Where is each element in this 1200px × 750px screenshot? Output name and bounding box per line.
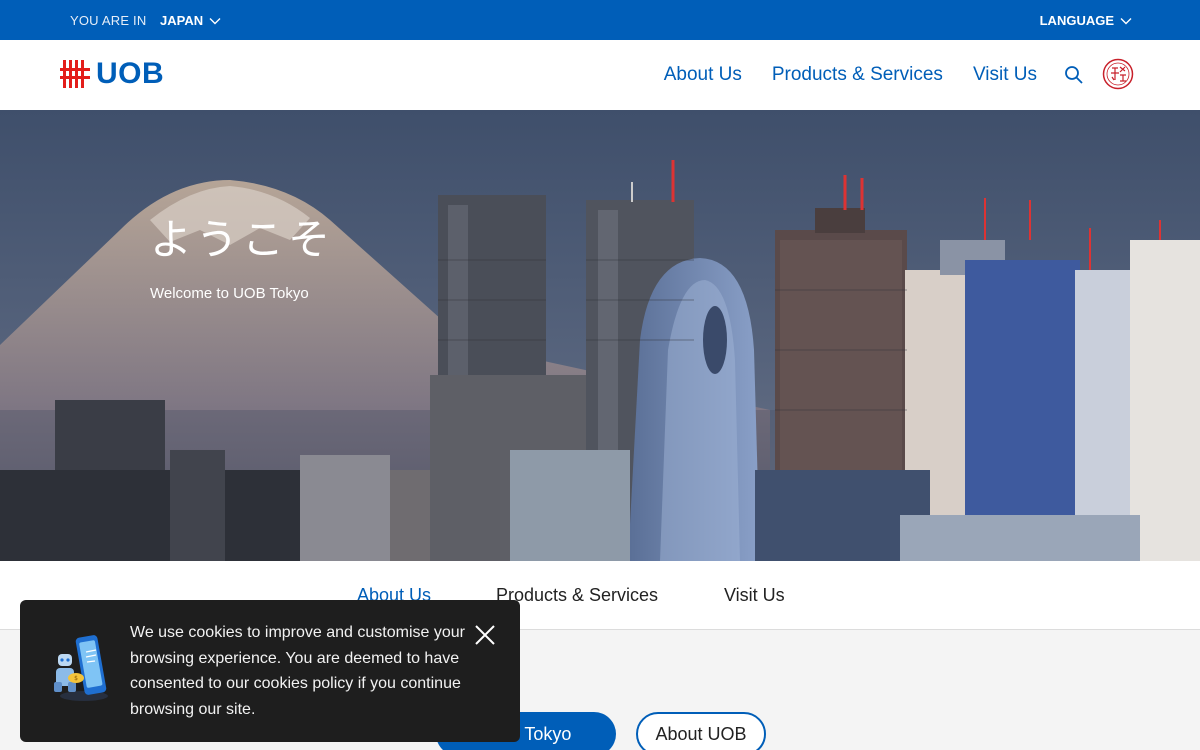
hero-subtitle: Welcome to UOB Tokyo xyxy=(150,285,309,302)
hero-title: ようこそ xyxy=(150,215,335,264)
language-selector[interactable]: LANGUAGE xyxy=(1040,13,1132,28)
chevron-down-icon xyxy=(1120,17,1132,24)
chevron-down-icon xyxy=(209,17,221,24)
nav-visit-us[interactable]: Visit Us xyxy=(973,64,1037,86)
hero-banner: ようこそ Welcome to UOB Tokyo xyxy=(0,110,1200,561)
subnav-visit-us[interactable]: Visit Us xyxy=(724,585,785,606)
about-uob-tab[interactable]: About UOB xyxy=(636,712,766,750)
language-label: LANGUAGE xyxy=(1039,13,1114,28)
cookie-message: We use cookies to improve and customise … xyxy=(130,624,465,718)
country-selector[interactable]: JAPAN xyxy=(160,13,221,28)
nav-products-services[interactable]: Products & Services xyxy=(772,64,943,86)
main-nav: About Us Products & Services Visit Us xyxy=(664,64,1037,86)
nav-about-us[interactable]: About Us xyxy=(664,64,742,86)
uob-logo-mark-icon xyxy=(60,60,90,88)
logo-wordmark: UOB xyxy=(96,57,165,90)
search-icon[interactable] xyxy=(1064,65,1084,85)
subnav-products-services[interactable]: Products & Services xyxy=(496,585,658,606)
tokyo-skyline-image xyxy=(0,110,1200,561)
location-label: YOU ARE IN xyxy=(70,13,147,28)
uob-logo[interactable]: UOB xyxy=(60,59,164,89)
close-icon[interactable] xyxy=(474,624,496,646)
phone-robot-illustration: $ xyxy=(54,635,108,701)
japan-seal-icon[interactable] xyxy=(1102,58,1134,90)
country-value: JAPAN xyxy=(160,13,204,28)
top-utility-bar: YOU ARE IN JAPAN LANGUAGE xyxy=(0,0,1200,40)
svg-text:$: $ xyxy=(74,675,78,682)
main-header: UOB About Us Products & Services Visit U… xyxy=(0,40,1200,110)
cookie-banner: $ We use cookies to improve and customis… xyxy=(20,600,520,742)
